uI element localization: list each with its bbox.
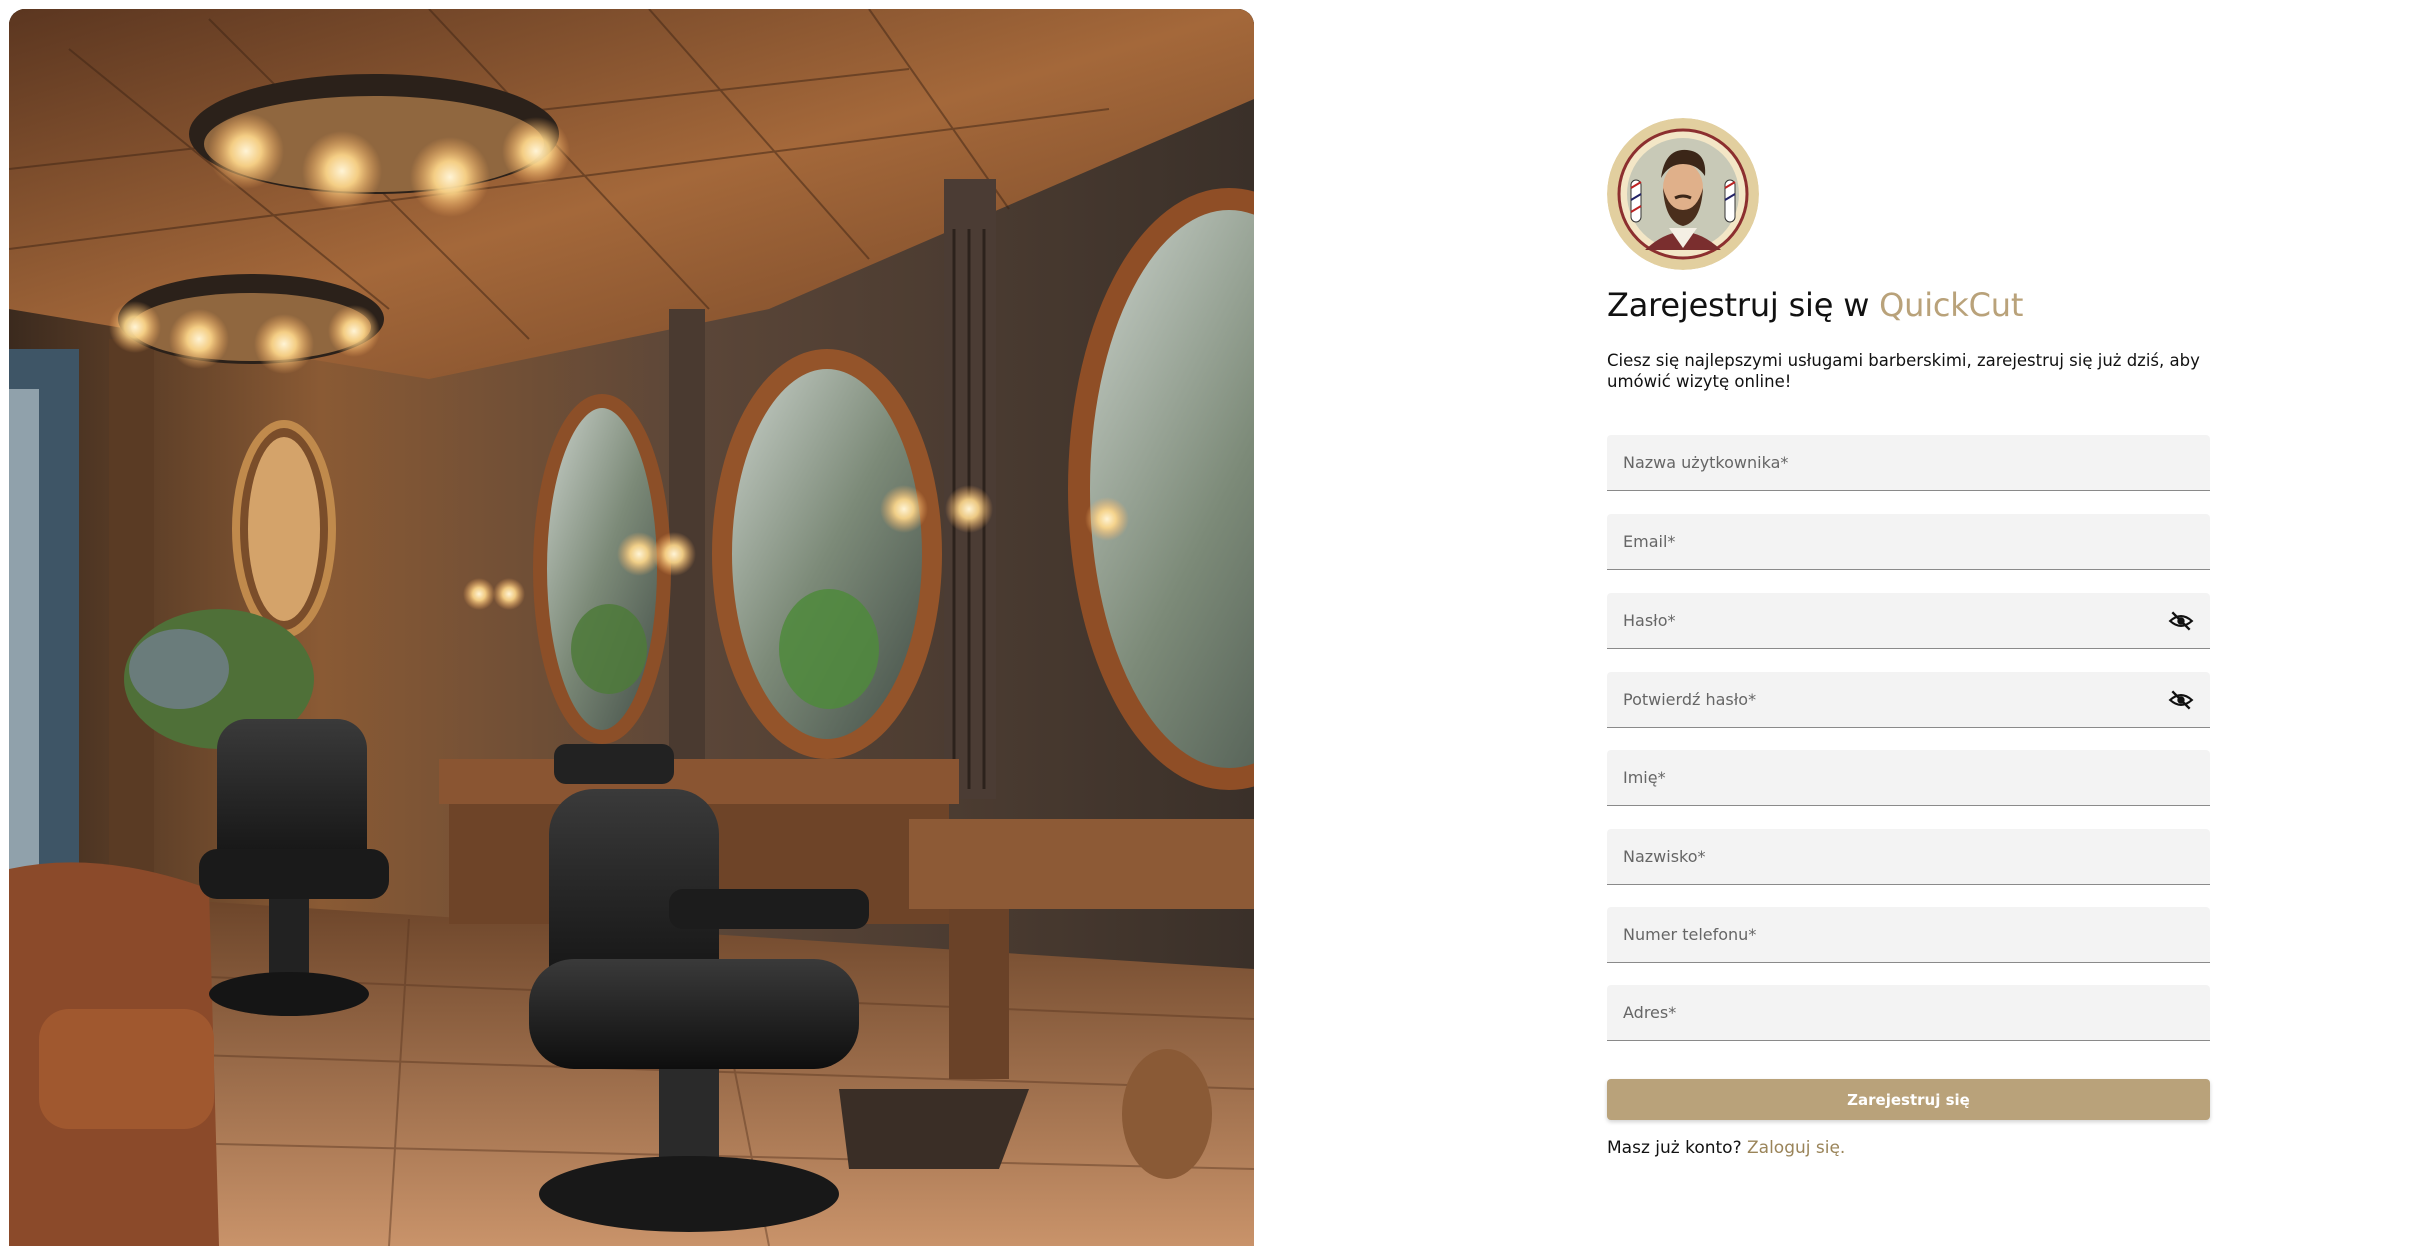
- hero-image: [9, 9, 1254, 1246]
- login-prompt: Masz już konto? Zaloguj się.: [1607, 1138, 1845, 1158]
- password-field-container: [1607, 593, 2210, 649]
- phone-field-container: [1607, 907, 2210, 963]
- last-name-input[interactable]: [1607, 829, 2210, 884]
- phone-input[interactable]: [1607, 907, 2210, 962]
- address-field-container: [1607, 985, 2210, 1041]
- brand-name: QuickCut: [1879, 286, 2024, 324]
- first-name-input[interactable]: [1607, 750, 2210, 805]
- title-prefix: Zarejestruj się w: [1607, 286, 1880, 324]
- eye-off-icon[interactable]: [2168, 608, 2194, 634]
- first-name-field-container: [1607, 750, 2210, 806]
- eye-off-icon[interactable]: [2168, 687, 2194, 713]
- email-field-container: [1607, 514, 2210, 570]
- page-title: Zarejestruj się w QuickCut: [1607, 286, 2023, 324]
- intro-text: Ciesz się najlepszymi usługami barberski…: [1607, 351, 2200, 391]
- registration-panel: Zarejestruj się w QuickCut Ciesz się naj…: [1607, 0, 2210, 1246]
- register-button[interactable]: Zarejestruj się: [1607, 1079, 2210, 1120]
- username-field-container: [1607, 435, 2210, 491]
- confirm-password-input[interactable]: [1607, 672, 2210, 727]
- address-input[interactable]: [1607, 985, 2210, 1040]
- confirm-password-field-container: [1607, 672, 2210, 728]
- bearded-barber-emblem: [1607, 118, 1759, 270]
- barber-logo: [1607, 118, 1759, 270]
- email-input[interactable]: [1607, 514, 2210, 569]
- last-name-field-container: [1607, 829, 2210, 885]
- username-input[interactable]: [1607, 435, 2210, 490]
- login-link[interactable]: Zaloguj się.: [1747, 1138, 1845, 1158]
- password-input[interactable]: [1607, 593, 2210, 648]
- barbershop-illustration: [9, 9, 1254, 1246]
- login-prompt-text: Masz już konto?: [1607, 1138, 1748, 1158]
